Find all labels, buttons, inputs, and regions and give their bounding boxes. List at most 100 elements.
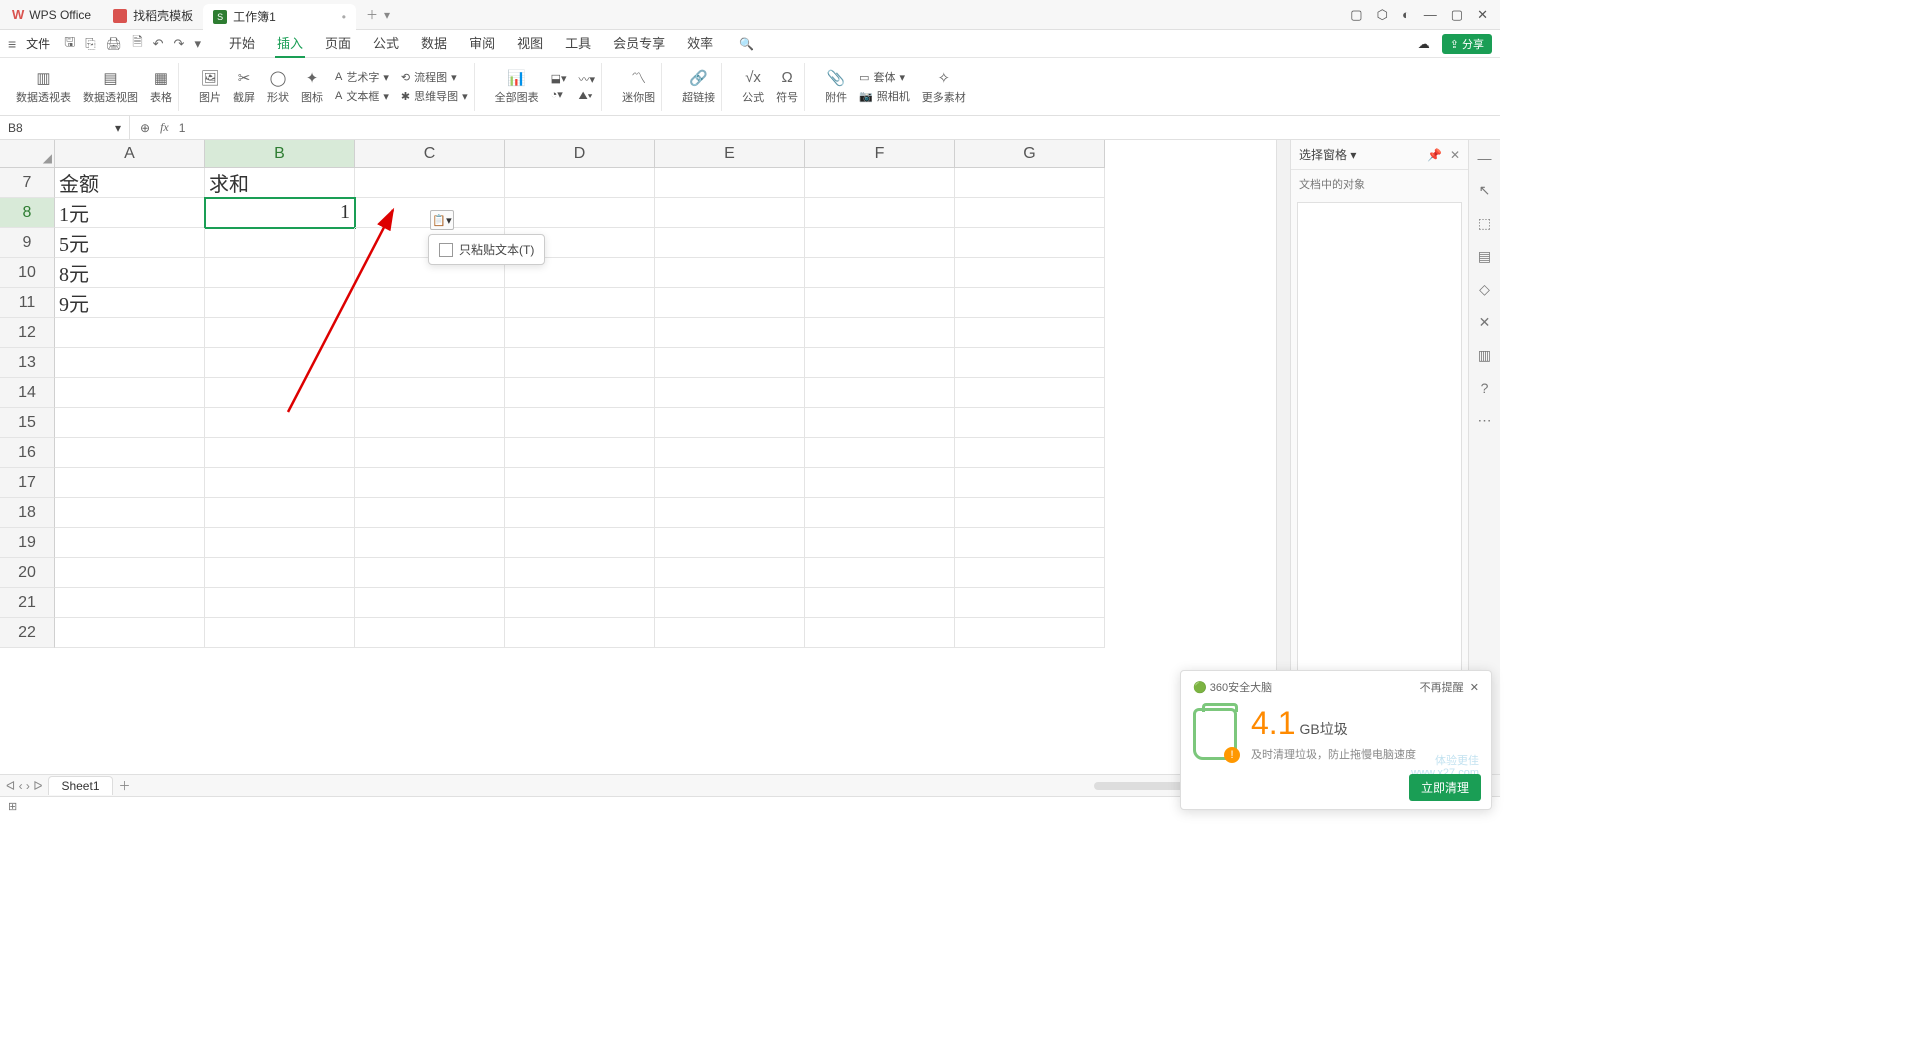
tab-effic[interactable]: 效率	[685, 29, 715, 58]
minimize-button[interactable]: —	[1424, 7, 1437, 23]
cell-E10[interactable]	[655, 258, 805, 288]
cell-C12[interactable]	[355, 318, 505, 348]
cell-D18[interactable]	[505, 498, 655, 528]
cell-C18[interactable]	[355, 498, 505, 528]
row-header-18[interactable]: 18	[0, 498, 55, 528]
cell-C15[interactable]	[355, 408, 505, 438]
cell-F13[interactable]	[805, 348, 955, 378]
row-header-7[interactable]: 7	[0, 168, 55, 198]
cell-G18[interactable]	[955, 498, 1105, 528]
search-icon[interactable]: 🔍	[739, 37, 754, 51]
cell-B8[interactable]: 1	[205, 198, 355, 228]
cell-A21[interactable]	[55, 588, 205, 618]
chart-area-icon[interactable]: ⛰▾	[579, 90, 596, 103]
cell-F22[interactable]	[805, 618, 955, 648]
cell-A15[interactable]	[55, 408, 205, 438]
cell-G14[interactable]	[955, 378, 1105, 408]
chart-line-icon[interactable]: 〰▾	[579, 71, 596, 87]
cell-G17[interactable]	[955, 468, 1105, 498]
sheet-tab-1[interactable]: Sheet1	[48, 776, 112, 795]
cell-G21[interactable]	[955, 588, 1105, 618]
screenshot-button[interactable]: ✂截屏	[233, 69, 255, 105]
pane-close-icon[interactable]: ✕	[1450, 148, 1460, 162]
cursor-icon[interactable]: ↖	[1479, 182, 1491, 199]
cell-G8[interactable]	[955, 198, 1105, 228]
cell-E18[interactable]	[655, 498, 805, 528]
menu-icon[interactable]: ≡	[8, 36, 16, 52]
cell-D17[interactable]	[505, 468, 655, 498]
col-header-E[interactable]: E	[655, 140, 805, 168]
wordart-button[interactable]: A艺术字▾	[335, 69, 389, 85]
save-icon[interactable]: 🖫	[64, 33, 75, 55]
print-icon[interactable]: 🖨	[106, 36, 123, 52]
cell-F9[interactable]	[805, 228, 955, 258]
attachment-button[interactable]: 📎附件	[825, 69, 847, 105]
name-box[interactable]: B8 ▾	[0, 116, 130, 139]
paste-options-tag[interactable]: 📋▾	[430, 210, 454, 230]
more-icon[interactable]: ⋯	[1478, 412, 1492, 429]
cell-F8[interactable]	[805, 198, 955, 228]
symbol-button[interactable]: Ω符号	[776, 69, 798, 105]
cell-B18[interactable]	[205, 498, 355, 528]
cell-F15[interactable]	[805, 408, 955, 438]
col-header-D[interactable]: D	[505, 140, 655, 168]
row-header-22[interactable]: 22	[0, 618, 55, 648]
user-icon[interactable]: ◐	[1402, 7, 1410, 23]
tab-menu-button[interactable]: ▾	[384, 8, 390, 22]
formula-input[interactable]: 1	[179, 121, 186, 135]
cell-A16[interactable]	[55, 438, 205, 468]
row-header-14[interactable]: 14	[0, 378, 55, 408]
cell-F20[interactable]	[805, 558, 955, 588]
cell-D8[interactable]	[505, 198, 655, 228]
cell-D15[interactable]	[505, 408, 655, 438]
flowchart-button[interactable]: ⟲流程图▾	[401, 69, 468, 85]
row-header-11[interactable]: 11	[0, 288, 55, 318]
cell-C7[interactable]	[355, 168, 505, 198]
col-header-C[interactable]: C	[355, 140, 505, 168]
redo-icon[interactable]: ↷	[174, 36, 185, 52]
charts-button[interactable]: 📊全部图表	[495, 69, 539, 105]
help-icon[interactable]: ?	[1481, 380, 1489, 396]
new-tab-button[interactable]: ＋	[366, 6, 378, 23]
cell-C19[interactable]	[355, 528, 505, 558]
pivot-table-button[interactable]: ▥数据透视表	[16, 69, 71, 105]
cell-D22[interactable]	[505, 618, 655, 648]
cell-C21[interactable]	[355, 588, 505, 618]
cell-F21[interactable]	[805, 588, 955, 618]
cell-B14[interactable]	[205, 378, 355, 408]
select-all-corner[interactable]: ◢	[0, 140, 55, 168]
tab-start[interactable]: 开始	[227, 29, 257, 58]
cell-D20[interactable]	[505, 558, 655, 588]
col-header-G[interactable]: G	[955, 140, 1105, 168]
cell-F16[interactable]	[805, 438, 955, 468]
cell-C16[interactable]	[355, 438, 505, 468]
col-header-B[interactable]: B	[205, 140, 355, 168]
cell-G11[interactable]	[955, 288, 1105, 318]
collapse-icon[interactable]: —	[1478, 150, 1492, 166]
row-header-12[interactable]: 12	[0, 318, 55, 348]
cell-F11[interactable]	[805, 288, 955, 318]
chart-pie-icon[interactable]: ◔▾	[551, 88, 567, 101]
qa-drop-icon[interactable]: ▾	[194, 36, 201, 52]
cell-D19[interactable]	[505, 528, 655, 558]
cell-F12[interactable]	[805, 318, 955, 348]
chevron-down-icon[interactable]: ▾	[115, 121, 121, 135]
component-icon[interactable]: ◇	[1479, 281, 1490, 298]
tab-review[interactable]: 审阅	[467, 29, 497, 58]
cell-G10[interactable]	[955, 258, 1105, 288]
cell-G12[interactable]	[955, 318, 1105, 348]
cell-B19[interactable]	[205, 528, 355, 558]
col-header-A[interactable]: A	[55, 140, 205, 168]
undo-icon[interactable]: ↶	[153, 36, 164, 52]
cell-C14[interactable]	[355, 378, 505, 408]
camera-button[interactable]: 📷照相机	[859, 88, 910, 104]
tab-page[interactable]: 页面	[323, 29, 353, 58]
equation-button[interactable]: √x公式	[742, 69, 764, 105]
picture-button[interactable]: 🖼图片	[199, 69, 221, 105]
object-button[interactable]: ▭套体▾	[859, 69, 910, 85]
cell-A13[interactable]	[55, 348, 205, 378]
row-header-15[interactable]: 15	[0, 408, 55, 438]
tab-member[interactable]: 会员专享	[611, 29, 667, 58]
settings-icon[interactable]: ✕	[1479, 314, 1491, 331]
popup-dismiss-link[interactable]: 不再提醒	[1420, 682, 1464, 694]
